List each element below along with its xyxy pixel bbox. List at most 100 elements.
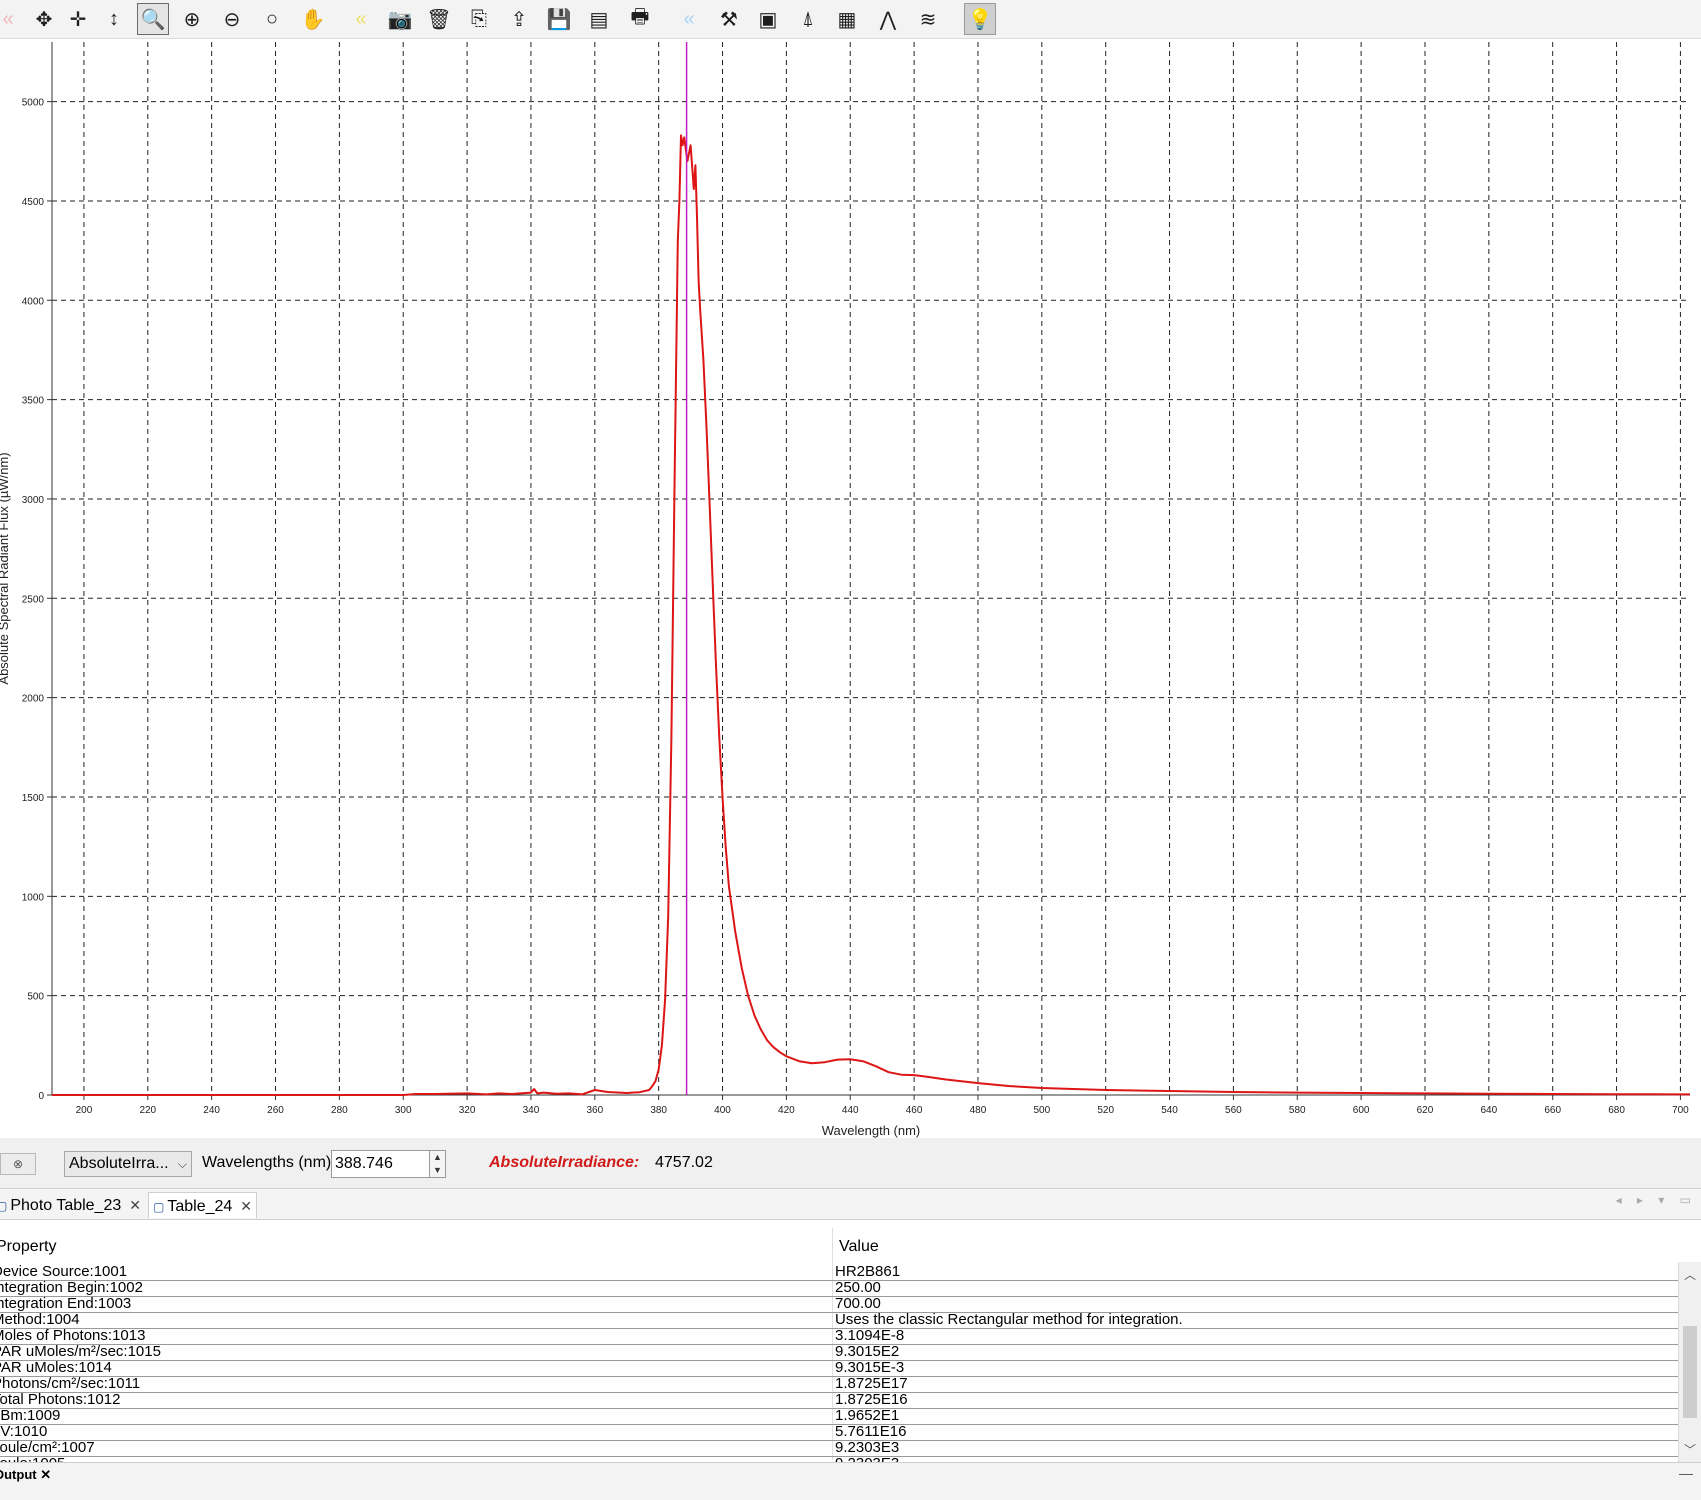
x-tick-label: 420: [778, 1105, 795, 1116]
x-tick-label: 480: [970, 1105, 987, 1116]
lightbulb-icon[interactable]: 💡: [964, 3, 996, 35]
row-property: Total Photons:1012: [0, 1391, 121, 1408]
minimize-icon[interactable]: —: [1679, 1465, 1693, 1481]
y-tick-label: 3500: [22, 396, 45, 407]
y-tick-label: 1000: [22, 892, 45, 903]
document-columns-icon[interactable]: ▤: [583, 3, 615, 35]
wavelength-spinner[interactable]: ▲ ▼: [429, 1150, 446, 1178]
x-tick-label: 400: [714, 1105, 731, 1116]
move-crosshair-icon[interactable]: ✥: [28, 3, 60, 35]
x-tick-label: 580: [1289, 1105, 1306, 1116]
row-property: Moles of Photons:1013: [0, 1327, 146, 1344]
tab-photo-table-23[interactable]: ▢ Photo Table_23 ✕: [0, 1192, 141, 1218]
spectrum-chart[interactable]: 200 220 240 260 280 300 320 340 360 380 400 420 440 4…: [0, 38, 1701, 1138]
tools-icon[interactable]: ⚒: [713, 3, 745, 35]
toolbar: «✥ ✛ ↕ 🔍 ⊕ ⊖ ○ ✋ «📷 🗑 ⎘ ⇪ 💾 ▤ 🖶 «⚒ ▣ ⍋ ▦ ⋀ ≋ 💡: [0, 0, 1701, 39]
wavelength-input[interactable]: 388.746: [331, 1150, 431, 1178]
tab-output[interactable]: Output ✕: [0, 1467, 51, 1483]
tab-table-24[interactable]: ▢ Table_24 ✕: [148, 1192, 258, 1218]
row-property: PAR uMoles/m²/sec:1015: [0, 1343, 161, 1360]
row-value: 700.00: [835, 1295, 881, 1312]
row-value: 3.1094E-8: [835, 1327, 905, 1344]
row-value: 1.8725E17: [835, 1375, 908, 1392]
x-tick-label: 380: [650, 1105, 667, 1116]
cursor-control-bar: ⊗ AbsoluteIrra... ⌵ Wavelengths (nm) 388…: [0, 1138, 1701, 1188]
peak-chart-icon[interactable]: ⋀: [872, 3, 904, 35]
back-double-chevron-icon[interactable]: «: [0, 3, 24, 35]
value-column-header[interactable]: Value: [839, 1238, 879, 1256]
spin-down-icon[interactable]: ▼: [430, 1164, 445, 1177]
row-value: 9.3015E-3: [835, 1359, 905, 1376]
tab-navigation-icons[interactable]: ◂ ▸ ▾ ▭: [1616, 1193, 1697, 1207]
row-property: Device Source:1001: [0, 1263, 128, 1280]
row-property: Method:1004: [0, 1311, 80, 1328]
tab-label: Table_24: [167, 1198, 233, 1215]
spectrum-chart-svg[interactable]: 200 220 240 260 280 300 320 340 360 380 400 420 440 4…: [0, 38, 1701, 1138]
export-icon[interactable]: ⇪: [503, 3, 535, 35]
zoom-out-icon[interactable]: ⊖: [216, 3, 248, 35]
row-property: Joule/cm²:1007: [0, 1439, 95, 1456]
table-tab-icon: ▢: [0, 1199, 8, 1213]
x-tick-label: 360: [586, 1105, 603, 1116]
trash-icon[interactable]: 🗑: [423, 3, 455, 35]
magnifier-icon[interactable]: ○: [256, 3, 288, 35]
wavelength-label: Wavelengths (nm): [202, 1154, 332, 1171]
zoom-reset-icon[interactable]: 🔍: [137, 3, 169, 35]
peak-marker-icon[interactable]: ⍋: [792, 3, 824, 35]
x-tick-label: 240: [203, 1105, 220, 1116]
scrollbar-thumb[interactable]: [1683, 1326, 1697, 1418]
close-circle-icon: ⊗: [12, 1157, 24, 1171]
x-tick-label: 220: [139, 1105, 156, 1116]
y-tick-label: 5000: [22, 98, 45, 109]
property-column-header[interactable]: Property: [0, 1238, 56, 1256]
forward-double-chevron-icon[interactable]: «: [345, 3, 377, 35]
scroll-up-icon[interactable]: ︿: [1679, 1266, 1701, 1283]
print-icon[interactable]: 🖶: [624, 3, 656, 35]
plot-area: [52, 42, 1690, 1095]
chevron-down-icon: ⌵: [177, 1157, 187, 1171]
overlay-spectra-icon[interactable]: ≋: [912, 3, 944, 35]
hand-pan-icon[interactable]: ✋: [297, 3, 329, 35]
x-tick-label: 560: [1225, 1105, 1242, 1116]
pan-cross-icon[interactable]: ✛: [62, 3, 94, 35]
blue-double-chevron-icon[interactable]: «: [673, 3, 705, 35]
table-scrollbar[interactable]: ︿ ﹀: [1678, 1262, 1701, 1462]
copy-document-icon[interactable]: ⎘: [463, 3, 495, 35]
x-tick-label: 660: [1544, 1105, 1561, 1116]
scroll-down-icon[interactable]: ﹀: [1679, 1441, 1701, 1458]
spectrum-image-icon[interactable]: ▣: [752, 3, 784, 35]
spin-up-icon[interactable]: ▲: [430, 1151, 445, 1164]
zoom-in-icon[interactable]: ⊕: [176, 3, 208, 35]
x-tick-label: 680: [1608, 1105, 1625, 1116]
table-icon[interactable]: ▦: [831, 3, 863, 35]
vertical-arrows-icon[interactable]: ↕: [98, 3, 130, 35]
x-tick-label: 260: [267, 1105, 284, 1116]
row-property: Integration End:1003: [0, 1295, 132, 1312]
row-value: 9.2303E3: [835, 1439, 900, 1456]
table-tabs: ▢ Photo Table_23 ✕ ▢ Table_24 ✕ ◂ ▸ ▾ ▭: [0, 1188, 1701, 1220]
row-property: eV:1010: [0, 1423, 48, 1440]
close-icon[interactable]: ✕: [40, 1467, 51, 1482]
x-tick-label: 440: [842, 1105, 859, 1116]
y-tick-label: 4000: [22, 296, 45, 307]
y-axis-label: Absolute Spectral Radiant Flux (µW/nm): [0, 452, 11, 684]
save-icon[interactable]: 💾: [543, 3, 575, 35]
x-tick-label: 200: [76, 1105, 93, 1116]
series-select[interactable]: AbsoluteIrra... ⌵: [64, 1151, 192, 1177]
x-tick-label: 600: [1353, 1105, 1370, 1116]
tab-label: Photo Table_23: [10, 1197, 122, 1214]
x-tick-label: 300: [395, 1105, 412, 1116]
y-tick-label: 1500: [22, 793, 45, 804]
series-select-value: AbsoluteIrra...: [69, 1155, 169, 1172]
close-icon[interactable]: ✕: [240, 1198, 252, 1214]
row-property: dBm:1009: [0, 1407, 61, 1424]
row-value: 1.8725E16: [835, 1391, 908, 1408]
close-overlay-button[interactable]: ⊗: [0, 1153, 36, 1175]
row-property: Integration Begin:1002: [0, 1279, 143, 1296]
camera-icon[interactable]: 📷: [384, 3, 416, 35]
close-icon[interactable]: ✕: [129, 1197, 141, 1213]
irradiance-value: 4757.02: [655, 1154, 713, 1171]
row-value: Uses the classic Rectangular method for …: [835, 1311, 1183, 1328]
property-table: Property Value Device Source:1001 HR2B861…: [0, 1228, 1701, 1462]
y-tick-label: 2000: [22, 694, 45, 705]
